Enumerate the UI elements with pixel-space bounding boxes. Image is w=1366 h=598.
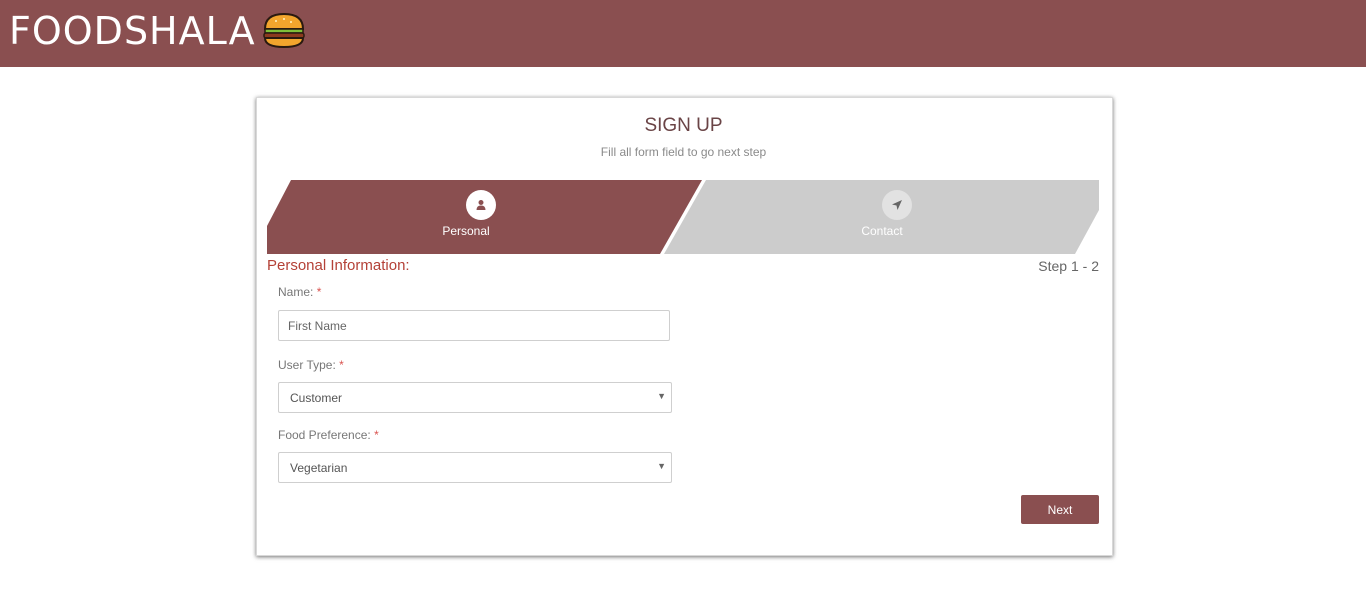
user-type-value: Customer bbox=[290, 391, 343, 405]
food-preference-select[interactable]: Vegetarian ▼ bbox=[278, 452, 672, 483]
step-contact-bg bbox=[664, 180, 1099, 254]
user-icon bbox=[466, 190, 496, 220]
next-button[interactable]: Next bbox=[1021, 495, 1099, 524]
step-personal-label: Personal bbox=[442, 224, 490, 238]
name-label: Name: * bbox=[278, 285, 322, 299]
step-indicator: Step 1 - 2 bbox=[1038, 258, 1099, 274]
required-mark: * bbox=[374, 428, 379, 442]
progress-steps: Personal Contact bbox=[267, 180, 1099, 254]
first-name-input[interactable] bbox=[278, 310, 670, 341]
burger-icon bbox=[262, 12, 306, 55]
step-contact-label: Contact bbox=[861, 224, 903, 238]
food-preference-value: Vegetarian bbox=[290, 461, 348, 475]
chevron-down-icon: ▼ bbox=[657, 391, 666, 401]
form-subtitle: Fill all form field to go next step bbox=[600, 145, 767, 159]
section-title: Personal Information: bbox=[267, 257, 410, 274]
location-arrow-icon bbox=[882, 190, 912, 220]
required-mark: * bbox=[339, 358, 344, 372]
form-title: SIGN UP bbox=[644, 115, 723, 136]
required-mark: * bbox=[316, 285, 322, 299]
chevron-down-icon: ▼ bbox=[657, 461, 666, 471]
user-type-select[interactable]: Customer ▼ bbox=[278, 382, 672, 413]
user-type-label: User Type: * bbox=[278, 358, 344, 372]
top-navbar: FOODSHALA bbox=[0, 0, 1366, 67]
food-preference-label: Food Preference: * bbox=[278, 428, 379, 442]
brand-logo-text[interactable]: FOODSHALA bbox=[9, 9, 256, 53]
